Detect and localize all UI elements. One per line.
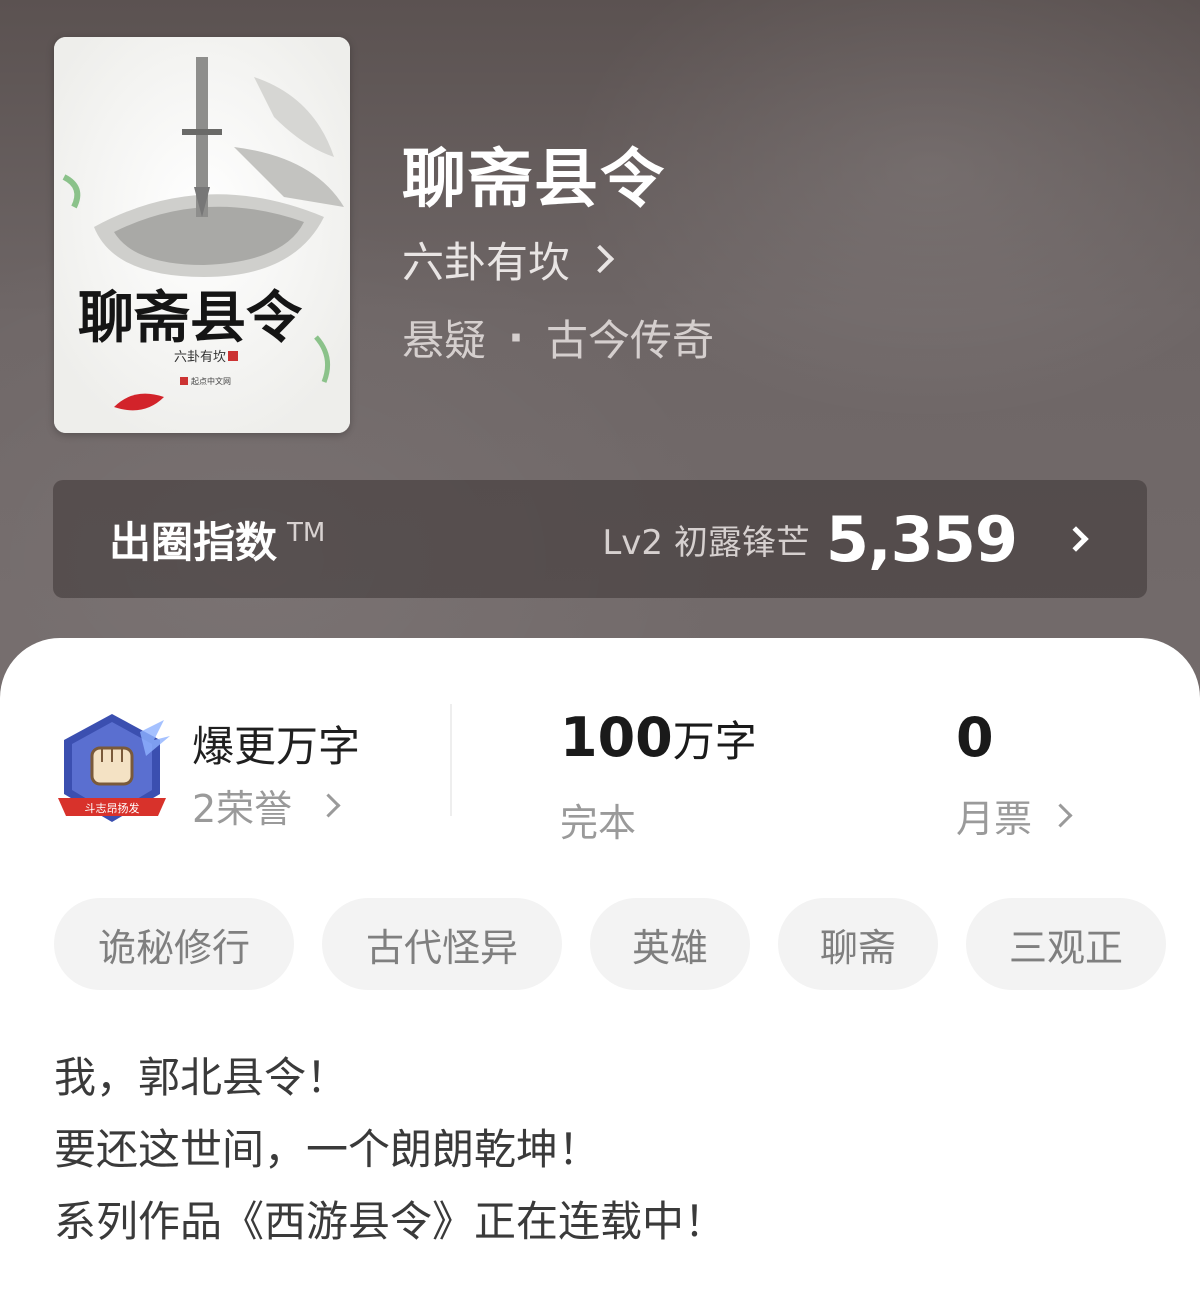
tag-list: 诡秘修行 古代怪异 英雄 聊斋 三观正 — [54, 898, 1166, 990]
tag-chip[interactable]: 聊斋 — [778, 898, 938, 990]
book-status: 完本 — [560, 801, 637, 845]
honor-badge-icon[interactable]: 斗志昂扬发 — [54, 710, 170, 830]
honor-count-link[interactable]: 2荣誉 — [192, 778, 341, 833]
honor-count: 2荣誉 — [192, 787, 293, 831]
popularity-index-bar[interactable]: 出圈指数 TM Lv2 初露锋芒 5,359 — [53, 480, 1147, 598]
tag-chip[interactable]: 诡秘修行 — [54, 898, 294, 990]
index-level: Lv2 初露锋芒 — [602, 522, 810, 563]
book-header: 聊斋县令 六卦有坎 起点中文网 聊斋县令 六卦有坎 悬疑 · 古今传奇 出圈指数… — [0, 0, 1200, 700]
book-cover[interactable]: 聊斋县令 六卦有坎 起点中文网 — [54, 37, 350, 433]
word-count-unit: 万字 — [672, 717, 757, 766]
monthly-votes-label: 月票 — [956, 797, 1033, 841]
description-line: 系列作品《西游县令》正在连载中！ — [54, 1197, 727, 1246]
chevron-right-icon — [1063, 526, 1089, 552]
cover-publisher-logo — [180, 377, 188, 385]
chevron-right-icon — [1048, 803, 1073, 828]
badge-ribbon-text: 斗志昂扬发 — [85, 801, 140, 815]
trademark-mark: TM — [287, 518, 326, 548]
book-description: 我，郭北县令！ 要还这世间，一个朗朗乾坤！ 系列作品《西游县令》正在连载中！ — [54, 1042, 726, 1258]
genre-separator: · — [508, 312, 524, 362]
word-count-stat: 100万字 完本 — [560, 708, 757, 847]
description-line: 我，郭北县令！ — [54, 1053, 349, 1102]
monthly-votes-value: 0 — [956, 706, 994, 769]
chevron-right-icon — [585, 244, 615, 274]
chevron-right-icon — [316, 793, 341, 818]
book-title: 聊斋县令 — [402, 142, 666, 217]
stats-divider — [450, 704, 452, 816]
index-label: 出圈指数 — [109, 517, 278, 567]
honor-title: 爆更万字 — [192, 722, 361, 771]
subcategory-label[interactable]: 古今传奇 — [546, 307, 714, 368]
index-score: 5,359 — [825, 502, 1018, 576]
author-link[interactable]: 六卦有坎 — [402, 232, 615, 287]
tag-chip[interactable]: 古代怪异 — [322, 898, 562, 990]
category-label[interactable]: 悬疑 — [402, 307, 486, 368]
description-line: 要还这世间，一个朗朗乾坤！ — [54, 1125, 601, 1174]
book-cover-art: 聊斋县令 六卦有坎 起点中文网 — [54, 37, 350, 433]
word-count-value: 100 — [560, 706, 673, 769]
monthly-votes-stat[interactable]: 0 月票 — [956, 706, 1073, 843]
genre-row: 悬疑 · 古今传奇 — [402, 310, 714, 365]
cover-publisher-text: 起点中文网 — [191, 376, 231, 386]
cover-title-text: 聊斋县令 — [78, 285, 303, 351]
tag-chip[interactable]: 英雄 — [590, 898, 750, 990]
author-name: 六卦有坎 — [402, 237, 571, 287]
cover-author-mark — [228, 351, 238, 361]
cover-author-text: 六卦有坎 — [174, 350, 226, 365]
tag-chip[interactable]: 三观正 — [966, 898, 1166, 990]
